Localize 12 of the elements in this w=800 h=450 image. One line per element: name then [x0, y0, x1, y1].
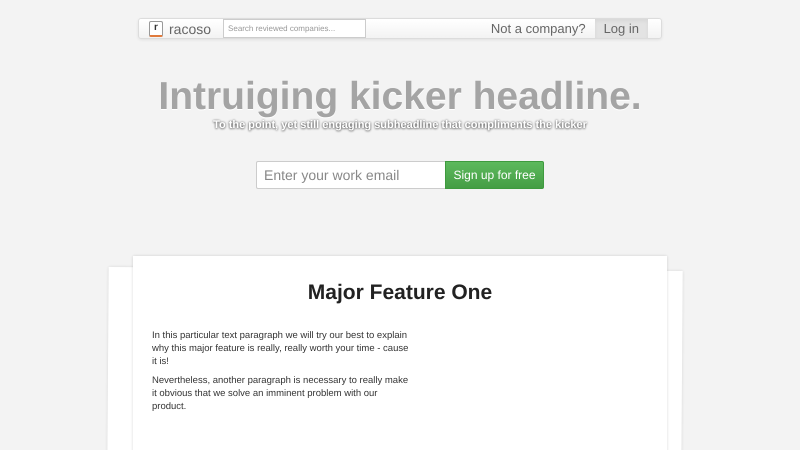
brand-name[interactable]: racoso	[169, 20, 212, 36]
email-field[interactable]: Enter your work email	[256, 161, 445, 189]
headline: Intruiging kicker headline.	[158, 75, 642, 119]
nav-link[interactable]: Not a company?	[482, 19, 595, 38]
nav-link[interactable]: Log in	[594, 19, 648, 38]
feature-paragraph: Nevertheless, another paragraph is necessary to really make it obvious that we solve an imminent problem with our product.	[152, 374, 410, 413]
feature-title: Major Feature One	[306, 281, 494, 305]
signup-button[interactable]: Sign up for free	[445, 161, 544, 189]
search-field[interactable]: Search reviewed companies...	[223, 19, 366, 38]
subheadline: To the point, yet still engaging subheadline that compliments the kicker	[213, 119, 587, 131]
logo-icon[interactable]: r	[149, 20, 163, 36]
feature-paragraph: In this particular text paragraph we will try our best to explain why this major feature is really, really worth your time - cause it is!	[152, 329, 410, 368]
